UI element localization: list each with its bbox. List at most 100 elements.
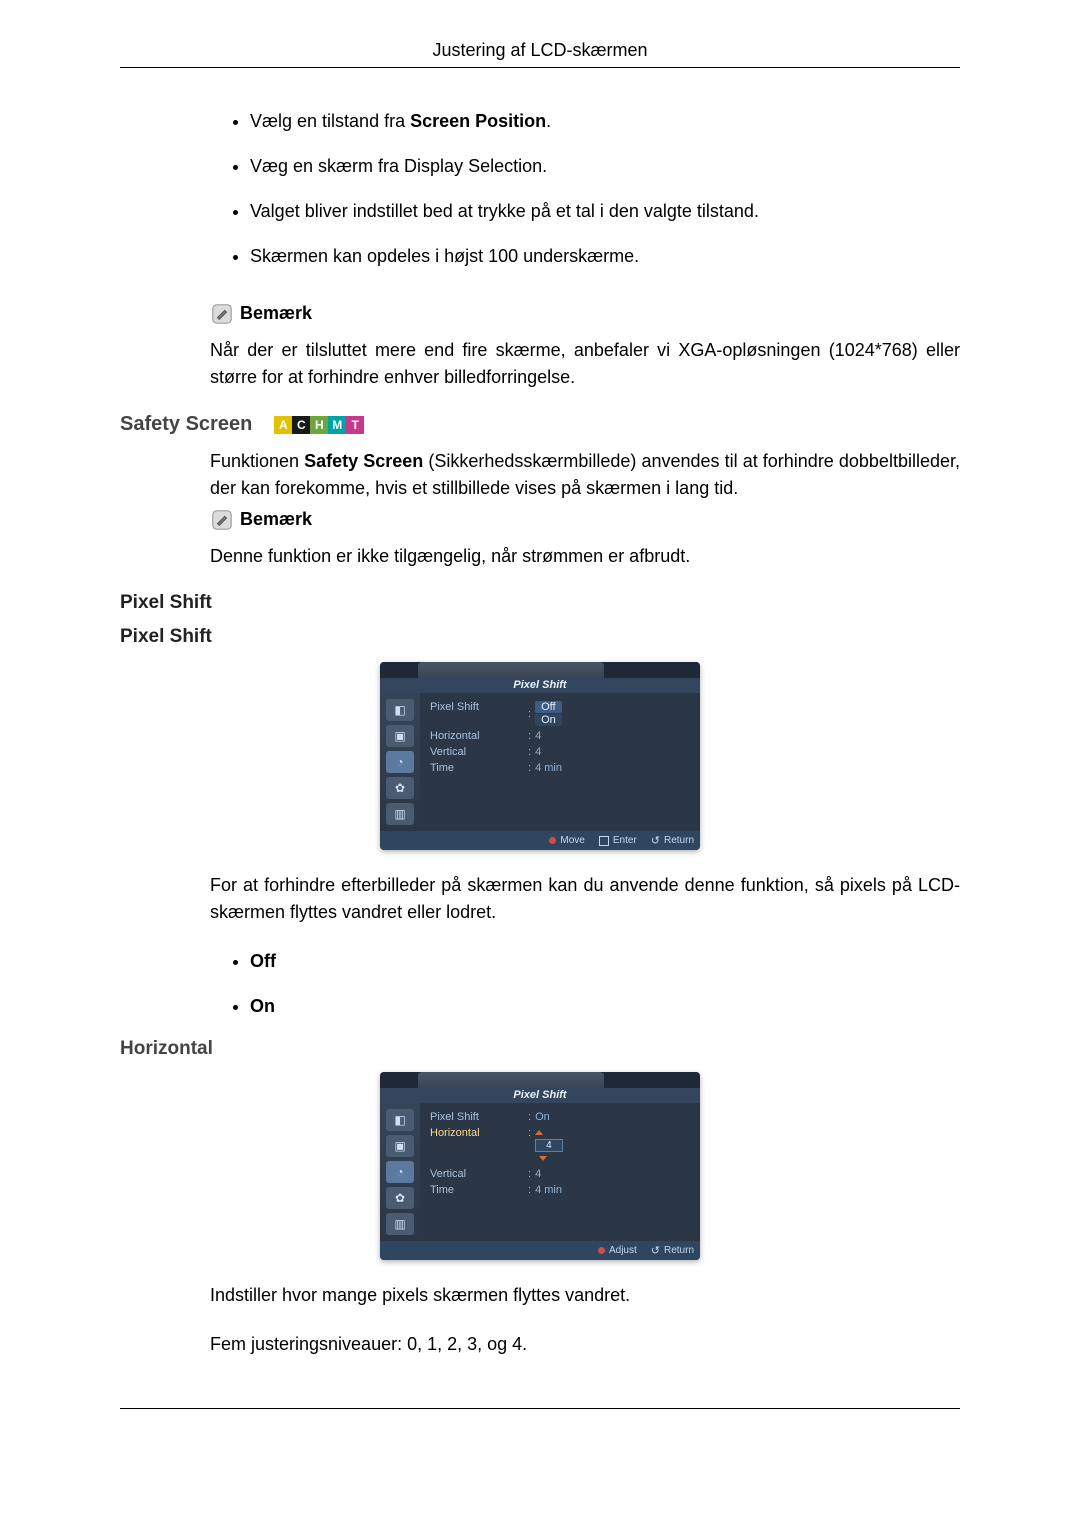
osd-icon-multi: ▥ [386,803,414,825]
text: Væg en skærm fra Display Selection. [250,156,547,176]
osd-icon-input: ◧ [386,699,414,721]
osd-tab-bar [380,662,700,678]
osd-key: Vertical [430,746,510,758]
horizontal-paragraph-2: Fem justeringsniveauer: 0, 1, 2, 3, og 4… [210,1331,960,1358]
osd-icon-picture: ▣ [386,1135,414,1157]
osd-key: Time [430,1184,510,1196]
osd-row: Time :4 min [430,760,690,776]
osd-key: Vertical [430,1168,510,1180]
intro-block: Vælg en tilstand fra Screen Position. Væ… [210,108,960,391]
osd-row: Vertical :4 [430,1166,690,1182]
osd-hint-enter: Enter [599,834,637,847]
osd-value: :4 [528,1168,541,1180]
list-item: Væg en skærm fra Display Selection. [250,153,960,180]
note-label: Bemærk [240,506,312,533]
option-off: Off [250,951,276,971]
list-item: On [250,993,960,1020]
badge-h: H [310,416,328,434]
osd-icon-picture: ▣ [386,725,414,747]
osd-hint-return: ↺Return [651,1244,694,1257]
badge-c: C [292,416,310,434]
osd-value: : [528,1127,543,1139]
osd-value-option: On [535,714,562,726]
osd-hint-adjust: Adjust [598,1244,637,1257]
page: Justering af LCD-skærmen Vælg en tilstan… [0,0,1080,1527]
pixel-shift-paragraph: For at forhindre efterbilleder på skærme… [210,872,960,926]
osd-row: Pixel Shift : Off On [430,699,690,728]
osd-row: Pixel Shift :On [430,1109,690,1125]
pixel-shift-block: For at forhindre efterbilleder på skærme… [210,872,960,1020]
note-icon [210,508,234,532]
list-item: Skærmen kan opdeles i højst 100 underskæ… [250,243,960,270]
horizontal-paragraph-1: Indstiller hvor mange pixels skærmen fly… [210,1282,960,1309]
osd-row-arrow-dn: : [430,1150,690,1166]
osd-key: Pixel Shift [430,701,510,726]
osd-title: Pixel Shift [380,1088,700,1103]
osd-menu: Pixel Shift ◧ ▣ ◔ ✿ ▥ Pixel Shift : [380,662,700,850]
osd-value-box: 4 [535,1139,563,1152]
osd-side-icons: ◧ ▣ ◔ ✿ ▥ [380,1103,420,1241]
bold-text: Safety Screen [304,451,423,471]
osd-footer: Move Enter ↺Return [380,831,700,850]
note-icon [210,302,234,326]
osd-body: ◧ ▣ ◔ ✿ ▥ Pixel Shift : Off On [380,693,700,831]
return-icon: ↺ [651,834,660,847]
osd-value: :4 [528,730,541,742]
list-item: Vælg en tilstand fra Screen Position. [250,108,960,135]
heading-horizontal: Horizontal [120,1038,960,1060]
arrow-up-icon [535,1130,543,1136]
osd-key: Horizontal [430,730,510,742]
horizontal-block: Indstiller hvor mange pixels skærmen fly… [210,1282,960,1358]
osd-row: Time :4 min [430,1182,690,1198]
badge-a: A [274,416,292,434]
safety-screen-paragraph: Funktionen Safety Screen (Sikkerhedsskær… [210,448,960,502]
osd-icon-settings: ✿ [386,1187,414,1209]
note-paragraph: Denne funktion er ikke tilgængelig, når … [210,543,960,570]
osd-value: : 4 [528,1139,563,1152]
osd-key-spacer [430,1139,510,1152]
osd-key: Horizontal [430,1127,510,1139]
text: . [546,111,551,131]
osd-value: :On [528,1111,550,1123]
text: Valget bliver indstillet bed at trykke p… [250,201,759,221]
list-item: Valget bliver indstillet bed at trykke p… [250,198,960,225]
osd-value: :4 min [528,762,562,774]
osd-hint-return: ↺Return [651,834,694,847]
osd-tab-bar [380,1072,700,1088]
osd-value: :4 [528,746,541,758]
pixel-shift-options: Off On [210,948,960,1020]
safety-screen-block: Funktionen Safety Screen (Sikkerhedsskær… [210,448,960,570]
osd-key-spacer [430,1152,510,1164]
header-rule [120,67,960,68]
bold-text: Screen Position [410,111,546,131]
heading-pixel-shift-2: Pixel Shift [120,626,960,648]
heading-pixel-shift-1: Pixel Shift [120,592,960,614]
mode-badges: P A C H M T [256,416,364,434]
option-on: On [250,996,275,1016]
dot-icon [598,1247,605,1254]
osd-hint-move: Move [549,834,584,847]
osd-footer: Adjust ↺Return [380,1241,700,1260]
arrow-down-icon [539,1155,547,1161]
osd-body: ◧ ▣ ◔ ✿ ▥ Pixel Shift :On Horizontal : [380,1103,700,1241]
badge-m: M [328,416,346,434]
list-item: Off [250,948,960,975]
osd-key: Pixel Shift [430,1111,510,1123]
osd-key: Time [430,762,510,774]
osd-value-highlight: Off [535,701,562,713]
osd-icon-multi: ▥ [386,1213,414,1235]
osd-table: Pixel Shift :On Horizontal : [420,1103,700,1241]
return-icon: ↺ [651,1244,660,1257]
osd-icon-timer: ◔ [386,751,414,773]
osd-menu: Pixel Shift ◧ ▣ ◔ ✿ ▥ Pixel Shift :On Ho… [380,1072,700,1260]
badge-p: P [256,416,274,434]
section-title-text: Safety Screen [120,413,252,436]
osd-value: :4 min [528,1184,562,1196]
osd-value: : Off On [528,701,562,726]
osd-row: Vertical :4 [430,744,690,760]
osd-title: Pixel Shift [380,678,700,693]
osd-row: Horizontal :4 [430,728,690,744]
text: Funktionen [210,451,304,471]
osd-table: Pixel Shift : Off On Horizontal :4 [420,693,700,831]
badge-t: T [346,416,364,434]
